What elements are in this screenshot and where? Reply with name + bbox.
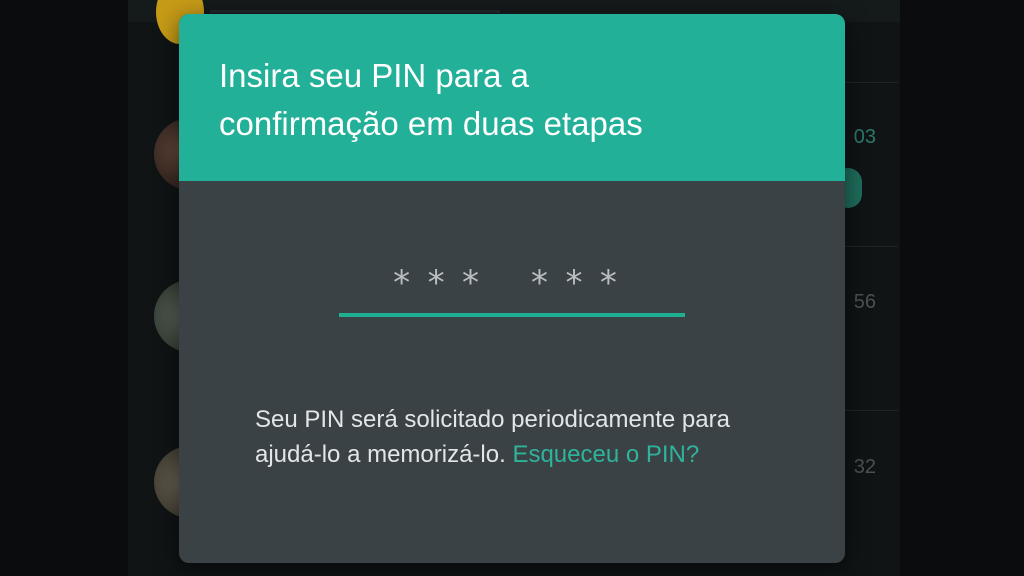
background-search-bar	[210, 10, 500, 13]
pin-input-underline	[339, 313, 685, 317]
screen: 03 56 32 Insira seu PIN para a confirmaç…	[0, 0, 1024, 576]
dialog-header: Insira seu PIN para a confirmação em dua…	[179, 14, 845, 181]
forgot-pin-link[interactable]: Esqueceu o PIN?	[512, 441, 699, 468]
dialog-title: Insira seu PIN para a confirmação em dua…	[219, 57, 643, 142]
dialog-message: Seu PIN será solicitado periodicamente p…	[255, 402, 775, 472]
pin-input-field[interactable]: *** ***	[339, 257, 685, 319]
pin-input-value: *** ***	[391, 263, 633, 303]
pin-confirmation-dialog: Insira seu PIN para a confirmação em dua…	[179, 14, 845, 563]
